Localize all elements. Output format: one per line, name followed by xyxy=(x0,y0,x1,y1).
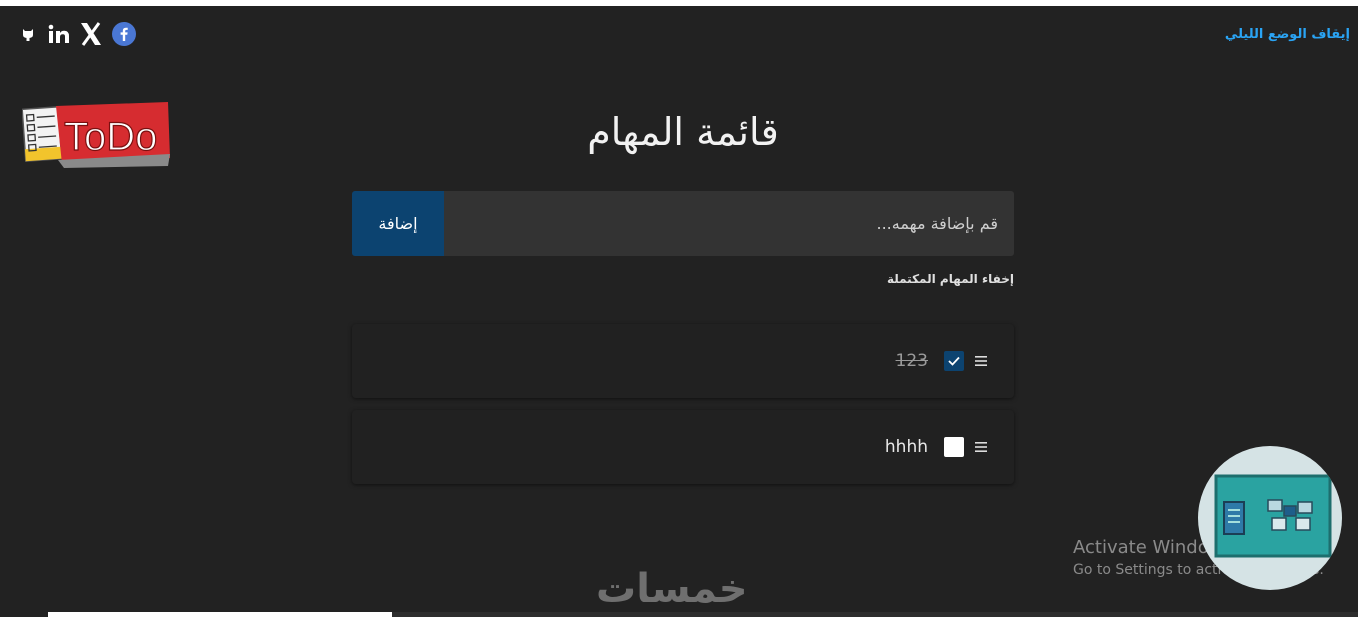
scrollbar-thumb[interactable] xyxy=(48,612,392,617)
task-item: hhhh xyxy=(352,410,1014,484)
board-icon xyxy=(1214,474,1332,558)
task-item: 123 xyxy=(352,324,1014,398)
watermark-logo: خمسات xyxy=(596,566,748,612)
social-links xyxy=(18,22,136,46)
check-icon xyxy=(948,356,960,366)
linkedin-icon[interactable] xyxy=(48,24,70,44)
window-top-edge xyxy=(0,0,1358,6)
x-icon[interactable] xyxy=(80,22,102,46)
task-text: hhhh xyxy=(884,437,928,457)
drag-handle-icon[interactable] xyxy=(974,355,988,367)
add-button[interactable]: إضافة xyxy=(352,191,444,256)
github-icon[interactable] xyxy=(18,24,38,44)
floating-board-avatar[interactable] xyxy=(1198,446,1342,590)
add-task-bar: إضافة xyxy=(352,191,1014,256)
page-title: قائمة المهام xyxy=(587,110,779,154)
facebook-icon[interactable] xyxy=(112,22,136,46)
drag-handle-icon[interactable] xyxy=(974,441,988,453)
task-checkbox[interactable] xyxy=(944,351,964,371)
task-input[interactable] xyxy=(444,191,1014,256)
task-text: 123 xyxy=(895,351,928,371)
hide-completed-toggle[interactable]: إخفاء المهام المكتملة xyxy=(887,272,1014,286)
night-mode-toggle[interactable]: إيقاف الوضع الليلي xyxy=(1225,27,1350,42)
task-checkbox[interactable] xyxy=(944,437,964,457)
watermark-text: خمسات xyxy=(596,566,748,612)
